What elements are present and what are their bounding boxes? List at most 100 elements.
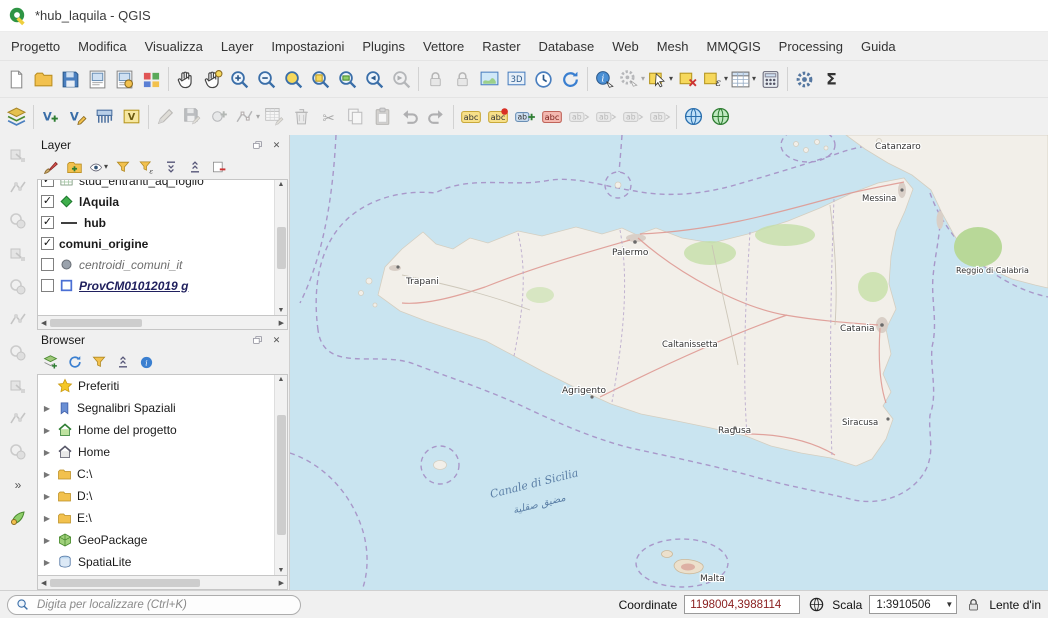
- copy-move-feature-icon[interactable]: [5, 176, 31, 200]
- tree-expand-icon[interactable]: ▶: [42, 558, 52, 567]
- layout-manager-button[interactable]: [111, 66, 138, 93]
- scroll-up-icon[interactable]: ▲: [278, 181, 285, 188]
- modify-attributes-button[interactable]: [261, 103, 288, 130]
- tree-expand-icon[interactable]: ▶: [42, 448, 52, 457]
- split-features-icon[interactable]: [5, 440, 31, 464]
- rotate-feature-icon[interactable]: [5, 209, 31, 233]
- locator-search[interactable]: [7, 595, 301, 615]
- highlight-labels-button[interactable]: [511, 103, 538, 130]
- label-visibility-button[interactable]: [538, 103, 565, 130]
- manage-map-themes-icon[interactable]: ▾: [89, 158, 108, 177]
- pin-labels-button[interactable]: [484, 103, 511, 130]
- layer-row[interactable]: ✓ lAquila: [38, 191, 287, 212]
- add-feature-button[interactable]: [206, 103, 233, 130]
- filter-browser-icon[interactable]: [89, 353, 108, 372]
- float-panel-icon[interactable]: [250, 138, 265, 152]
- new-print-layout-button[interactable]: [84, 66, 111, 93]
- add-selected-layers-icon[interactable]: [41, 353, 60, 372]
- magnifier-lock-icon[interactable]: [964, 596, 982, 614]
- browser-item-geopackage[interactable]: ▶ GeoPackage: [38, 529, 287, 551]
- run-feature-action-button[interactable]: ▾: [618, 66, 646, 93]
- menu-impostazioni[interactable]: Impostazioni: [262, 35, 353, 58]
- layer-name[interactable]: stud_entranti_aq_foglio: [79, 179, 204, 188]
- browser-item-segnalibri[interactable]: ▶ Segnalibri Spaziali: [38, 397, 287, 419]
- lock-magnifier-button[interactable]: [449, 66, 476, 93]
- scroll-up-icon[interactable]: ▲: [278, 376, 285, 383]
- metasearch-globe-button[interactable]: [680, 103, 707, 130]
- layer-checkbox[interactable]: ✓: [41, 258, 54, 271]
- filter-legend-icon[interactable]: [113, 158, 132, 177]
- new-virtual-layer-button[interactable]: [91, 103, 118, 130]
- scroll-left-icon[interactable]: ◀: [41, 579, 46, 587]
- layer-name[interactable]: ProvCM01012019 g: [79, 279, 188, 293]
- menu-vettore[interactable]: Vettore: [414, 35, 473, 58]
- menu-database[interactable]: Database: [530, 35, 604, 58]
- browser-item-preferiti[interactable]: Preferiti: [38, 375, 287, 397]
- select-features-button[interactable]: ▾: [646, 66, 674, 93]
- remove-layer-icon[interactable]: [209, 158, 228, 177]
- tree-expand-icon[interactable]: ▶: [42, 404, 52, 413]
- menu-processing[interactable]: Processing: [770, 35, 852, 58]
- browser-item-drive-d[interactable]: ▶ D:\: [38, 485, 287, 507]
- copy-features-button[interactable]: [342, 103, 369, 130]
- lock-scale-button[interactable]: [422, 66, 449, 93]
- style-manager-button[interactable]: [138, 66, 165, 93]
- paste-features-button[interactable]: [369, 103, 396, 130]
- scroll-down-icon[interactable]: ▼: [278, 307, 285, 314]
- label-properties-button[interactable]: [646, 103, 673, 130]
- toggle-editing-button[interactable]: [152, 103, 179, 130]
- identify-features-button[interactable]: [591, 66, 618, 93]
- scroll-right-icon[interactable]: ▶: [279, 319, 284, 327]
- properties-info-icon[interactable]: [137, 353, 156, 372]
- browser-item-drive-c[interactable]: ▶ C:\: [38, 463, 287, 485]
- tree-expand-icon[interactable]: ▶: [42, 426, 52, 435]
- collapse-all-icon[interactable]: [113, 353, 132, 372]
- layer-checkbox[interactable]: ✓: [41, 179, 54, 187]
- browser-item-project-home[interactable]: ▶ Home del progetto: [38, 419, 287, 441]
- menu-layer[interactable]: Layer: [212, 35, 263, 58]
- data-source-manager-button[interactable]: [3, 103, 30, 130]
- add-part-icon[interactable]: [5, 308, 31, 332]
- tree-expand-icon[interactable]: ▶: [42, 514, 52, 523]
- reshape-features-icon[interactable]: [5, 407, 31, 431]
- select-by-expression-button[interactable]: ▾: [701, 66, 729, 93]
- refresh-browser-icon[interactable]: [65, 353, 84, 372]
- scrollbar-thumb[interactable]: [277, 227, 286, 269]
- open-project-button[interactable]: [30, 66, 57, 93]
- tree-expand-icon[interactable]: ▶: [42, 492, 52, 501]
- open-layer-styling-icon[interactable]: [41, 158, 60, 177]
- digitize-shape-icon[interactable]: [5, 506, 31, 530]
- layer-name[interactable]: hub: [84, 216, 106, 230]
- fill-ring-icon[interactable]: [5, 341, 31, 365]
- collapse-all-icon[interactable]: [185, 158, 204, 177]
- close-panel-icon[interactable]: ✕: [269, 333, 284, 347]
- menu-guida[interactable]: Guida: [852, 35, 905, 58]
- new-3d-map-view-button[interactable]: [503, 66, 530, 93]
- scroll-left-icon[interactable]: ◀: [41, 319, 46, 327]
- change-label-button[interactable]: [619, 103, 646, 130]
- field-calculator-button[interactable]: [757, 66, 784, 93]
- temporal-controller-button[interactable]: [530, 66, 557, 93]
- menu-raster[interactable]: Raster: [473, 35, 529, 58]
- locator-search-input[interactable]: [35, 598, 292, 612]
- add-ring-icon[interactable]: [5, 275, 31, 299]
- browser-tree-vertical-scrollbar[interactable]: ▲ ▼: [274, 375, 287, 575]
- layer-row[interactable]: ✓ centroidi_comuni_it: [38, 254, 287, 275]
- menu-mmqgis[interactable]: MMQGIS: [697, 35, 769, 58]
- zoom-to-layer-button[interactable]: [334, 66, 361, 93]
- menu-modifica[interactable]: Modifica: [69, 35, 135, 58]
- close-panel-icon[interactable]: ✕: [269, 138, 284, 152]
- menu-plugins[interactable]: Plugins: [353, 35, 414, 58]
- browser-tree-horizontal-scrollbar[interactable]: ◀ ▶: [37, 576, 288, 590]
- layer-checkbox[interactable]: ✓: [41, 237, 54, 250]
- coordinate-input[interactable]: [684, 595, 800, 614]
- scale-select[interactable]: 1:3910506 ▼: [869, 595, 957, 614]
- layer-checkbox[interactable]: ✓: [41, 216, 54, 229]
- move-label-button[interactable]: [565, 103, 592, 130]
- float-panel-icon[interactable]: [250, 333, 265, 347]
- scrollbar-thumb[interactable]: [50, 319, 142, 327]
- toolbar-overflow-icon[interactable]: »: [5, 473, 31, 497]
- pan-to-selection-button[interactable]: [199, 66, 226, 93]
- extents-globe-icon[interactable]: [807, 596, 825, 614]
- offset-curve-icon[interactable]: [5, 374, 31, 398]
